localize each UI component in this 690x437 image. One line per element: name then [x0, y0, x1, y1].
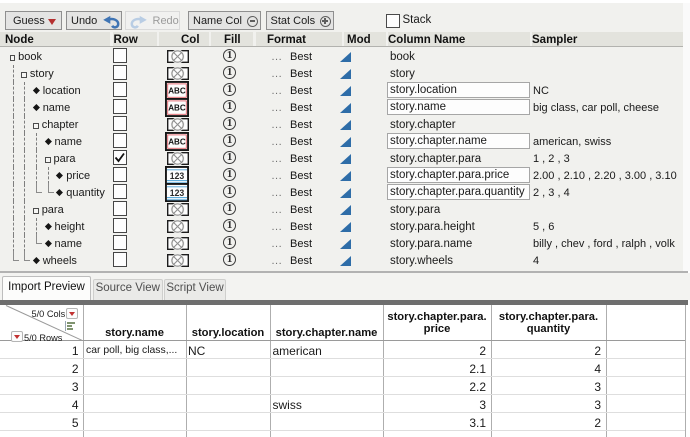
svg-text:123: 123 [169, 170, 184, 180]
svg-text:ABC: ABC [168, 85, 186, 95]
svg-text:123: 123 [169, 187, 184, 197]
svg-text:ABC: ABC [168, 102, 186, 112]
svg-text:ABC: ABC [168, 136, 186, 146]
